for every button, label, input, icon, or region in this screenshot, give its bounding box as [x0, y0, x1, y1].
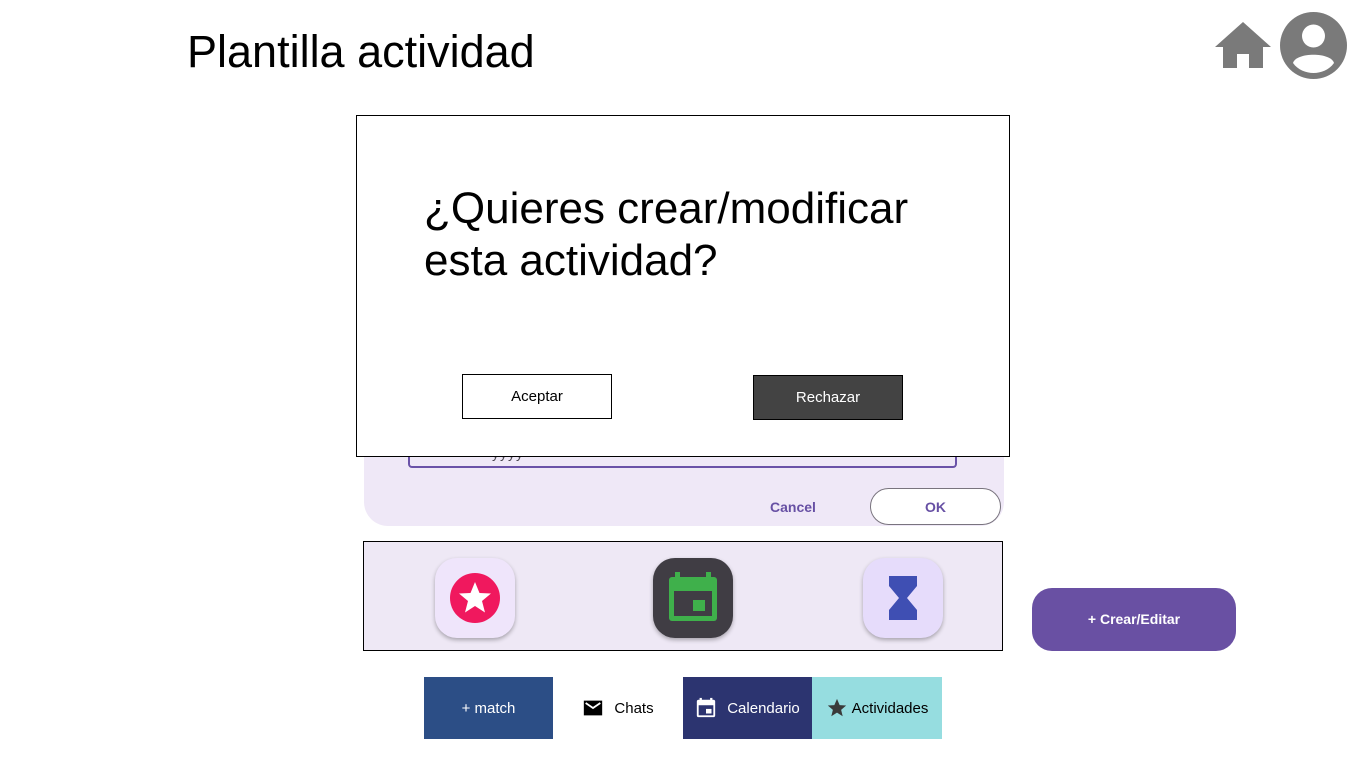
- ok-button[interactable]: OK: [870, 488, 1001, 525]
- mail-icon: [584, 700, 603, 716]
- create-edit-button[interactable]: + Crear/Editar: [1032, 588, 1236, 651]
- reject-button[interactable]: Rechazar: [753, 375, 903, 420]
- calendar-icon: [669, 572, 717, 621]
- dialog-question: ¿Quieres crear/modificar esta actividad?: [424, 184, 909, 285]
- star-icon: [827, 698, 846, 717]
- app-icon-strip: [363, 541, 1003, 651]
- calendar-icon: [697, 697, 716, 718]
- timer-tile[interactable]: [863, 558, 943, 638]
- nav-chats[interactable]: Chats: [553, 677, 683, 739]
- account-circle-icon[interactable]: [1280, 12, 1347, 79]
- bottom-navigation: + match Chats Calendario Actividades: [424, 677, 942, 739]
- hourglass-icon: [889, 576, 917, 620]
- star-icon: [450, 573, 500, 623]
- calendar-tile[interactable]: [653, 558, 733, 638]
- nav-calendar[interactable]: Calendario: [683, 677, 812, 739]
- accept-button[interactable]: Aceptar: [462, 374, 612, 419]
- nav-activities-label: Actividades: [851, 699, 929, 717]
- page-title: Plantilla actividad: [187, 26, 535, 77]
- nav-match[interactable]: + match: [424, 677, 553, 739]
- confirmation-dialog: ¿Quieres crear/modificar esta actividad?…: [356, 115, 1010, 457]
- favorites-tile[interactable]: [435, 558, 515, 638]
- nav-calendar-label: Calendario: [727, 699, 800, 717]
- nav-match-label: + match: [461, 699, 516, 717]
- cancel-button[interactable]: Cancel: [756, 496, 830, 518]
- nav-activities[interactable]: Actividades: [812, 677, 942, 739]
- home-icon[interactable]: [1213, 20, 1273, 70]
- nav-chats-label: Chats: [614, 699, 654, 717]
